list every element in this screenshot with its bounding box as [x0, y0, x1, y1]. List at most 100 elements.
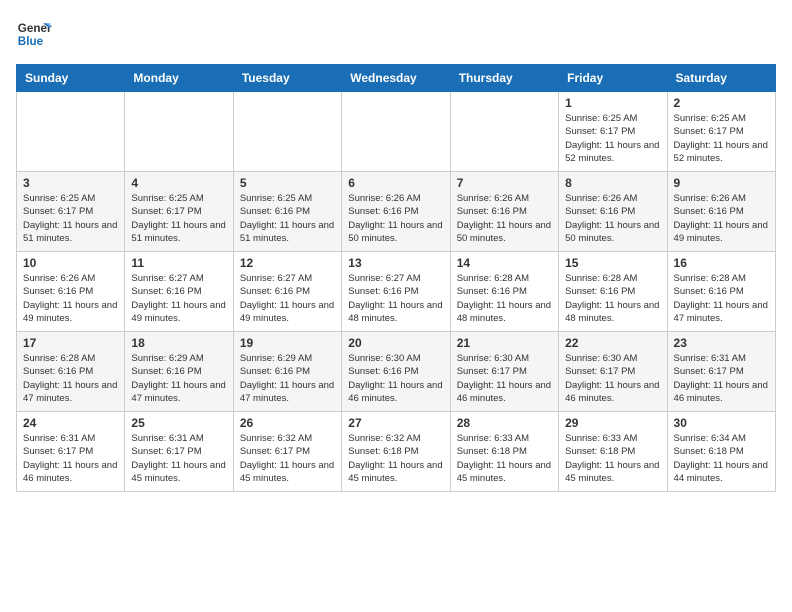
- day-info: Sunrise: 6:31 AM Sunset: 6:17 PM Dayligh…: [23, 432, 118, 485]
- calendar-cell: 3 Sunrise: 6:25 AM Sunset: 6:17 PM Daylig…: [17, 172, 125, 252]
- day-info: Sunrise: 6:28 AM Sunset: 6:16 PM Dayligh…: [674, 272, 769, 325]
- day-info: Sunrise: 6:30 AM Sunset: 6:16 PM Dayligh…: [348, 352, 443, 405]
- calendar-cell: 5 Sunrise: 6:25 AM Sunset: 6:16 PM Daylig…: [233, 172, 341, 252]
- day-number: 17: [23, 336, 118, 350]
- day-number: 23: [674, 336, 769, 350]
- day-info: Sunrise: 6:25 AM Sunset: 6:17 PM Dayligh…: [674, 112, 769, 165]
- day-info: Sunrise: 6:29 AM Sunset: 6:16 PM Dayligh…: [131, 352, 226, 405]
- calendar-cell: 26Sunrise: 6:32 AM Sunset: 6:17 PM Dayli…: [233, 412, 341, 492]
- day-info: Sunrise: 6:25 AM Sunset: 6:17 PM Dayligh…: [131, 192, 226, 245]
- calendar-week-4: 17 Sunrise: 6:28 AM Sunset: 6:16 PM Dayli…: [17, 332, 776, 412]
- calendar-cell: [17, 92, 125, 172]
- col-header-thursday: Thursday: [450, 65, 558, 92]
- day-info: Sunrise: 6:26 AM Sunset: 6:16 PM Dayligh…: [457, 192, 552, 245]
- day-number: 1: [565, 96, 660, 110]
- day-number: 11: [131, 256, 226, 270]
- day-info: Sunrise: 6:28 AM Sunset: 6:16 PM Dayligh…: [23, 352, 118, 405]
- calendar-cell: 30Sunrise: 6:34 AM Sunset: 6:18 PM Dayli…: [667, 412, 775, 492]
- day-number: 9: [674, 176, 769, 190]
- calendar-week-2: 3 Sunrise: 6:25 AM Sunset: 6:17 PM Daylig…: [17, 172, 776, 252]
- calendar-cell: 15Sunrise: 6:28 AM Sunset: 6:16 PM Dayli…: [559, 252, 667, 332]
- col-header-tuesday: Tuesday: [233, 65, 341, 92]
- day-number: 12: [240, 256, 335, 270]
- day-info: Sunrise: 6:30 AM Sunset: 6:17 PM Dayligh…: [457, 352, 552, 405]
- day-number: 28: [457, 416, 552, 430]
- calendar-week-3: 10Sunrise: 6:26 AM Sunset: 6:16 PM Dayli…: [17, 252, 776, 332]
- calendar-cell: [125, 92, 233, 172]
- day-number: 3: [23, 176, 118, 190]
- calendar-cell: 28 Sunrise: 6:33 AM Sunset: 6:18 PM Dayli…: [450, 412, 558, 492]
- calendar-cell: 1 Sunrise: 6:25 AM Sunset: 6:17 PM Daylig…: [559, 92, 667, 172]
- day-number: 22: [565, 336, 660, 350]
- col-header-saturday: Saturday: [667, 65, 775, 92]
- day-info: Sunrise: 6:26 AM Sunset: 6:16 PM Dayligh…: [565, 192, 660, 245]
- day-number: 14: [457, 256, 552, 270]
- col-header-monday: Monday: [125, 65, 233, 92]
- calendar-week-1: 1 Sunrise: 6:25 AM Sunset: 6:17 PM Daylig…: [17, 92, 776, 172]
- calendar-cell: 14 Sunrise: 6:28 AM Sunset: 6:16 PM Dayli…: [450, 252, 558, 332]
- calendar-cell: 25Sunrise: 6:31 AM Sunset: 6:17 PM Dayli…: [125, 412, 233, 492]
- day-number: 21: [457, 336, 552, 350]
- calendar-cell: 22 Sunrise: 6:30 AM Sunset: 6:17 PM Dayli…: [559, 332, 667, 412]
- day-info: Sunrise: 6:34 AM Sunset: 6:18 PM Dayligh…: [674, 432, 769, 485]
- page-header: General Blue: [16, 16, 776, 52]
- calendar-cell: 29Sunrise: 6:33 AM Sunset: 6:18 PM Dayli…: [559, 412, 667, 492]
- calendar-cell: [450, 92, 558, 172]
- day-number: 5: [240, 176, 335, 190]
- calendar-cell: 2Sunrise: 6:25 AM Sunset: 6:17 PM Daylig…: [667, 92, 775, 172]
- day-info: Sunrise: 6:31 AM Sunset: 6:17 PM Dayligh…: [674, 352, 769, 405]
- day-info: Sunrise: 6:28 AM Sunset: 6:16 PM Dayligh…: [457, 272, 552, 325]
- calendar-cell: 7Sunrise: 6:26 AM Sunset: 6:16 PM Daylig…: [450, 172, 558, 252]
- col-header-sunday: Sunday: [17, 65, 125, 92]
- day-number: 6: [348, 176, 443, 190]
- calendar-cell: 6 Sunrise: 6:26 AM Sunset: 6:16 PM Daylig…: [342, 172, 450, 252]
- calendar-cell: 11 Sunrise: 6:27 AM Sunset: 6:16 PM Dayli…: [125, 252, 233, 332]
- calendar-cell: 18Sunrise: 6:29 AM Sunset: 6:16 PM Dayli…: [125, 332, 233, 412]
- day-info: Sunrise: 6:32 AM Sunset: 6:18 PM Dayligh…: [348, 432, 443, 485]
- day-info: Sunrise: 6:27 AM Sunset: 6:16 PM Dayligh…: [240, 272, 335, 325]
- day-number: 16: [674, 256, 769, 270]
- calendar-cell: [233, 92, 341, 172]
- calendar-cell: 21 Sunrise: 6:30 AM Sunset: 6:17 PM Dayli…: [450, 332, 558, 412]
- day-info: Sunrise: 6:29 AM Sunset: 6:16 PM Dayligh…: [240, 352, 335, 405]
- day-info: Sunrise: 6:26 AM Sunset: 6:16 PM Dayligh…: [348, 192, 443, 245]
- logo: General Blue: [16, 16, 52, 52]
- calendar-cell: 20 Sunrise: 6:30 AM Sunset: 6:16 PM Dayli…: [342, 332, 450, 412]
- calendar-cell: 23 Sunrise: 6:31 AM Sunset: 6:17 PM Dayli…: [667, 332, 775, 412]
- calendar-cell: 19 Sunrise: 6:29 AM Sunset: 6:16 PM Dayli…: [233, 332, 341, 412]
- logo-icon: General Blue: [16, 16, 52, 52]
- day-info: Sunrise: 6:26 AM Sunset: 6:16 PM Dayligh…: [674, 192, 769, 245]
- day-number: 19: [240, 336, 335, 350]
- day-number: 10: [23, 256, 118, 270]
- day-number: 25: [131, 416, 226, 430]
- day-info: Sunrise: 6:27 AM Sunset: 6:16 PM Dayligh…: [348, 272, 443, 325]
- day-number: 20: [348, 336, 443, 350]
- calendar-cell: 27 Sunrise: 6:32 AM Sunset: 6:18 PM Dayli…: [342, 412, 450, 492]
- col-header-wednesday: Wednesday: [342, 65, 450, 92]
- day-info: Sunrise: 6:30 AM Sunset: 6:17 PM Dayligh…: [565, 352, 660, 405]
- col-header-friday: Friday: [559, 65, 667, 92]
- day-info: Sunrise: 6:33 AM Sunset: 6:18 PM Dayligh…: [457, 432, 552, 485]
- day-info: Sunrise: 6:27 AM Sunset: 6:16 PM Dayligh…: [131, 272, 226, 325]
- calendar-cell: 12 Sunrise: 6:27 AM Sunset: 6:16 PM Dayli…: [233, 252, 341, 332]
- calendar-cell: 17 Sunrise: 6:28 AM Sunset: 6:16 PM Dayli…: [17, 332, 125, 412]
- calendar-cell: 4 Sunrise: 6:25 AM Sunset: 6:17 PM Daylig…: [125, 172, 233, 252]
- calendar-cell: 13Sunrise: 6:27 AM Sunset: 6:16 PM Dayli…: [342, 252, 450, 332]
- calendar-header-row: SundayMondayTuesdayWednesdayThursdayFrid…: [17, 65, 776, 92]
- calendar-cell: 16 Sunrise: 6:28 AM Sunset: 6:16 PM Dayli…: [667, 252, 775, 332]
- svg-text:Blue: Blue: [18, 35, 44, 48]
- day-number: 4: [131, 176, 226, 190]
- day-number: 24: [23, 416, 118, 430]
- day-number: 8: [565, 176, 660, 190]
- calendar-cell: 24 Sunrise: 6:31 AM Sunset: 6:17 PM Dayli…: [17, 412, 125, 492]
- calendar-table: SundayMondayTuesdayWednesdayThursdayFrid…: [16, 64, 776, 492]
- day-number: 15: [565, 256, 660, 270]
- calendar-cell: 8 Sunrise: 6:26 AM Sunset: 6:16 PM Daylig…: [559, 172, 667, 252]
- day-number: 27: [348, 416, 443, 430]
- calendar-cell: 10Sunrise: 6:26 AM Sunset: 6:16 PM Dayli…: [17, 252, 125, 332]
- day-info: Sunrise: 6:25 AM Sunset: 6:16 PM Dayligh…: [240, 192, 335, 245]
- day-info: Sunrise: 6:32 AM Sunset: 6:17 PM Dayligh…: [240, 432, 335, 485]
- day-info: Sunrise: 6:25 AM Sunset: 6:17 PM Dayligh…: [23, 192, 118, 245]
- calendar-cell: 9 Sunrise: 6:26 AM Sunset: 6:16 PM Daylig…: [667, 172, 775, 252]
- day-info: Sunrise: 6:25 AM Sunset: 6:17 PM Dayligh…: [565, 112, 660, 165]
